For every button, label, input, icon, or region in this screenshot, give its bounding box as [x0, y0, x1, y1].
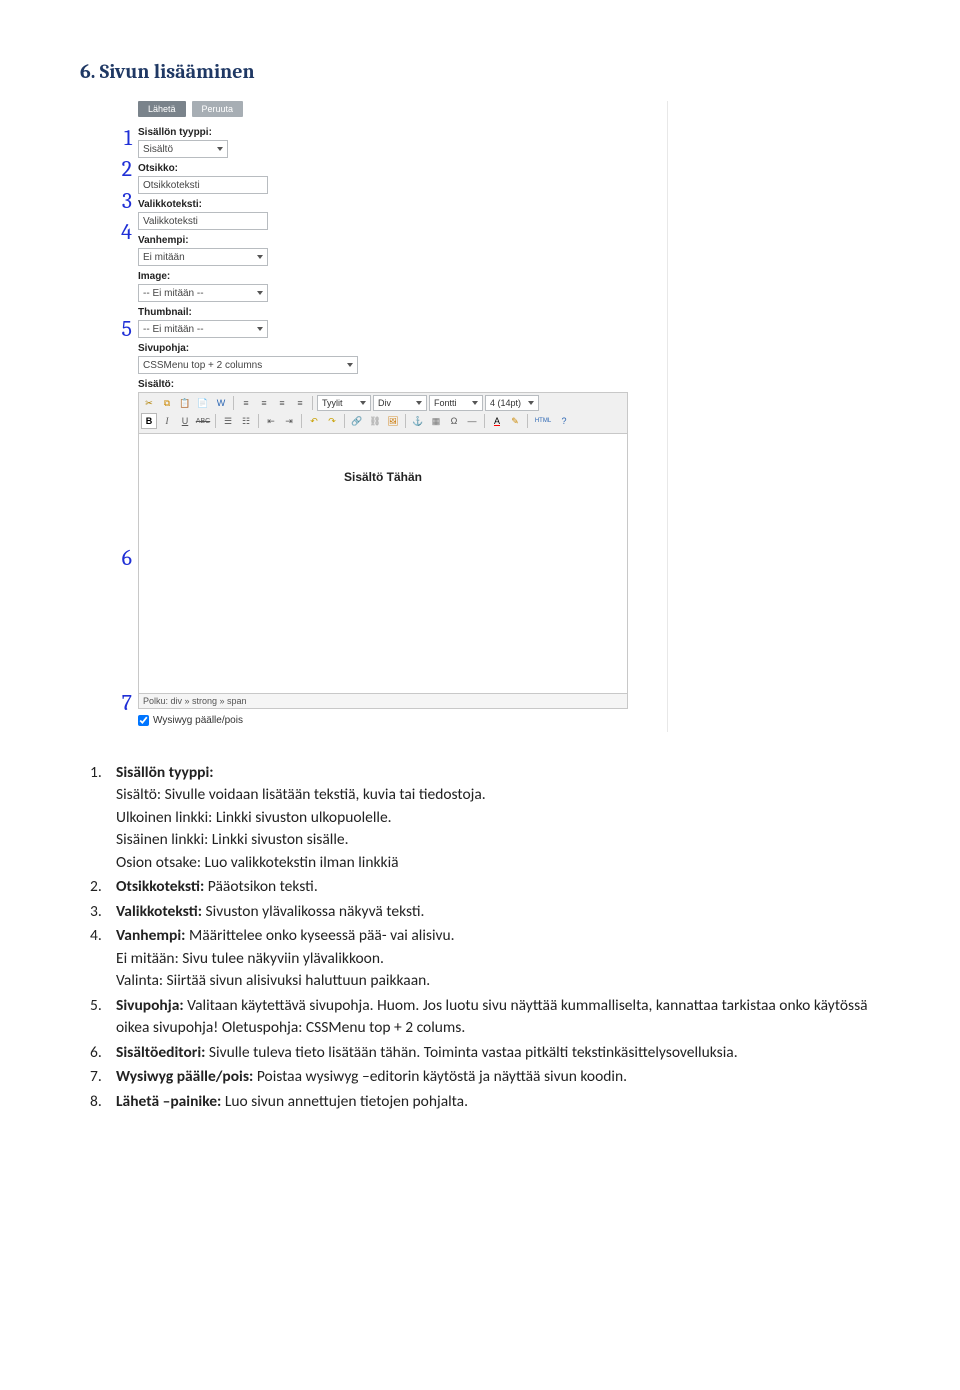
description-list: Sisällön tyyppi: Sisältö: Sivulle voidaa…: [90, 762, 880, 1113]
image-label: Image:: [138, 271, 667, 282]
align-right-icon[interactable]: ≡: [274, 395, 290, 411]
indent-icon[interactable]: ⇥: [281, 413, 297, 429]
align-center-icon[interactable]: ≡: [256, 395, 272, 411]
content-type-label: Sisällön tyyppi:: [138, 127, 667, 138]
paste-icon[interactable]: 📋: [177, 395, 193, 411]
font-select[interactable]: Fontti: [429, 395, 483, 411]
block-select[interactable]: Div: [373, 395, 427, 411]
ol-icon[interactable]: ☷: [238, 413, 254, 429]
outdent-icon[interactable]: ⇤: [263, 413, 279, 429]
content-type-select[interactable]: Sisältö: [138, 140, 228, 158]
list-item: Valikkoteksti: Sivuston ylävalikossa näk…: [110, 901, 880, 923]
wysiwyg-label: Wysiwyg päälle/pois: [153, 715, 243, 726]
style-select[interactable]: Tyylit: [317, 395, 371, 411]
fontsize-select[interactable]: 4 (14pt): [485, 395, 539, 411]
underline-button[interactable]: U: [177, 413, 193, 429]
list-item: Sivupohja: Valitaan käytettävä sivupohja…: [110, 995, 880, 1040]
editor-body[interactable]: Sisältö Tähän: [138, 434, 628, 694]
submit-button[interactable]: Lähetä: [138, 101, 186, 117]
list-item: Otsikkoteksti: Pääotsikon teksti.: [110, 876, 880, 898]
image-icon[interactable]: 🖼: [385, 413, 401, 429]
parent-label: Vanhempi:: [138, 235, 667, 246]
anchor-icon[interactable]: ⚓: [410, 413, 426, 429]
editor-pathbar: Polku: div » strong » span: [138, 694, 628, 709]
omega-icon[interactable]: Ω: [446, 413, 462, 429]
thumbnail-label: Thumbnail:: [138, 307, 667, 318]
ul-icon[interactable]: ☰: [220, 413, 236, 429]
cut-icon[interactable]: ✂: [141, 395, 157, 411]
wysiwyg-toggle[interactable]: [138, 715, 149, 726]
bold-button[interactable]: B: [141, 413, 157, 429]
list-item: Sisältöeditori: Sivulle tuleva tieto lis…: [110, 1042, 880, 1064]
html-button[interactable]: HTML: [532, 413, 554, 429]
template-select[interactable]: CSSMenu top + 2 columns: [138, 356, 358, 374]
table-icon[interactable]: ▦: [428, 413, 444, 429]
list-item: Sisällön tyyppi: Sisältö: Sivulle voidaa…: [110, 762, 880, 874]
screenshot: 1 2 3 4 5 6 7 Lähetä Peruuta Sisällön ty…: [110, 101, 880, 732]
list-item: Wysiwyg päälle/pois: Poistaa wysiwyg –ed…: [110, 1066, 880, 1088]
content-label: Sisältö:: [138, 379, 667, 390]
italic-button[interactable]: I: [159, 413, 175, 429]
align-left-icon[interactable]: ≡: [238, 395, 254, 411]
thumbnail-select[interactable]: -- Ei mitään --: [138, 320, 268, 338]
hr-icon[interactable]: —: [464, 413, 480, 429]
form-panel: Lähetä Peruuta Sisällön tyyppi: Sisältö …: [138, 101, 668, 732]
copy-icon[interactable]: ⧉: [159, 395, 175, 411]
strike-button[interactable]: ABC: [195, 413, 211, 429]
editor-toolbar: ✂ ⧉ 📋 📄 W ≡ ≡ ≡ ≡ Tyylit Div Fontti 4 (1…: [138, 392, 628, 434]
link-icon[interactable]: 🔗: [349, 413, 365, 429]
textcolor-icon[interactable]: A: [489, 413, 505, 429]
menutext-input[interactable]: Valikkoteksti: [138, 212, 268, 230]
list-item: Vanhempi: Määrittelee onko kyseessä pää-…: [110, 925, 880, 992]
list-item: Lähetä –painike: Luo sivun annettujen ti…: [110, 1091, 880, 1113]
paste-word-icon[interactable]: W: [213, 395, 229, 411]
template-label: Sivupohja:: [138, 343, 667, 354]
align-justify-icon[interactable]: ≡: [292, 395, 308, 411]
redo-icon[interactable]: ↷: [324, 413, 340, 429]
image-select[interactable]: -- Ei mitään --: [138, 284, 268, 302]
menutext-label: Valikkoteksti:: [138, 199, 667, 210]
parent-select[interactable]: Ei mitään: [138, 248, 268, 266]
section-heading: 6. Sivun lisääminen: [80, 60, 880, 83]
undo-icon[interactable]: ↶: [306, 413, 322, 429]
help-icon[interactable]: ?: [556, 413, 572, 429]
title-label: Otsikko:: [138, 163, 667, 174]
unlink-icon[interactable]: ⛓: [367, 413, 383, 429]
cancel-button[interactable]: Peruuta: [192, 101, 244, 117]
title-input[interactable]: Otsikkoteksti: [138, 176, 268, 194]
paste-text-icon[interactable]: 📄: [195, 395, 211, 411]
callout-numbers: 1 2 3 4 5 6 7: [110, 101, 138, 723]
bgcolor-icon[interactable]: ✎: [507, 413, 523, 429]
